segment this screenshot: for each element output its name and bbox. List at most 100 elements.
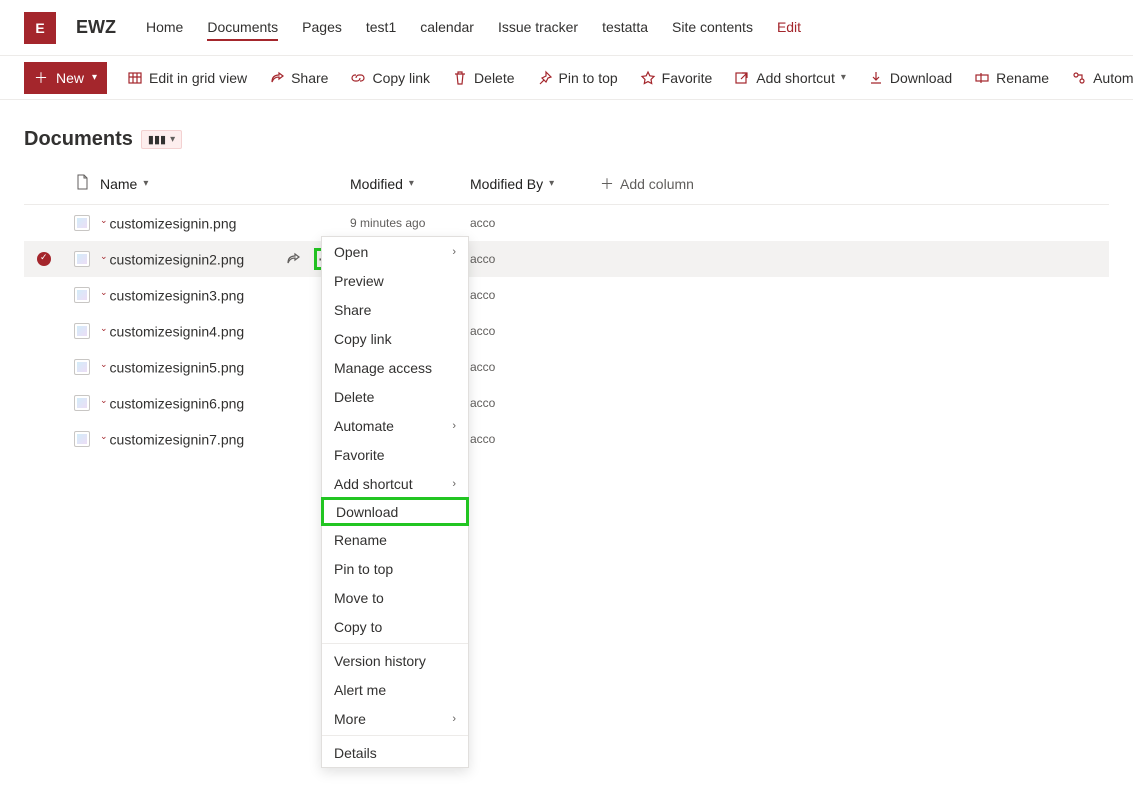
nav-item-home[interactable]: Home (146, 15, 183, 41)
modifiedby-cell: acco (470, 252, 600, 266)
col-add-column[interactable]: ＋ Add column (600, 174, 1109, 194)
chevron-down-icon: ▾ (841, 72, 846, 83)
chevron-right-icon: › (452, 478, 456, 490)
flow-icon (1071, 70, 1087, 86)
menu-item-automate[interactable]: Automate› (322, 411, 468, 440)
col-name-header[interactable]: Name ▾ (100, 176, 350, 192)
cmd-delete[interactable]: Delete (452, 70, 514, 86)
menu-label: Automate (334, 418, 394, 434)
nav-item-calendar[interactable]: calendar (420, 15, 474, 41)
cmd-pin-to-top[interactable]: Pin to top (537, 70, 618, 86)
file-name[interactable]: ⌄customizesignin3.png (100, 287, 244, 304)
menu-label: Pin to top (334, 561, 393, 577)
share-inline-icon[interactable] (280, 248, 306, 270)
file-name[interactable]: ⌄customizesignin6.png (100, 395, 244, 412)
menu-item-copy-link[interactable]: Copy link (322, 324, 468, 353)
menu-item-manage-access[interactable]: Manage access (322, 353, 468, 382)
menu-label: Delete (334, 389, 374, 405)
menu-item-copy-to[interactable]: Copy to (322, 612, 468, 641)
table-row[interactable]: ⌄customizesignin.png 9 minutes ago acco (24, 205, 1109, 241)
file-name[interactable]: ⌄customizesignin5.png (100, 359, 244, 376)
top-nav: Home Documents Pages test1 calendar Issue tra… (146, 15, 801, 41)
table-row[interactable]: ⌄customizesignin4.png acco (24, 313, 1109, 349)
share-icon (269, 70, 285, 86)
menu-label: Move to (334, 590, 384, 606)
nav-item-edit[interactable]: Edit (777, 15, 801, 41)
view-switcher[interactable]: ▮▮▮ ▾ (141, 130, 182, 149)
col-type[interactable] (64, 174, 100, 193)
cmd-label: Rename (996, 70, 1049, 86)
table-row[interactable]: ⌄customizesignin2.png ··· acco (24, 241, 1109, 277)
nav-item-testatta[interactable]: testatta (602, 15, 648, 41)
image-file-icon (74, 287, 90, 303)
menu-item-rename[interactable]: Rename (322, 525, 468, 554)
menu-item-more[interactable]: More› (322, 704, 468, 733)
cmd-label: Delete (474, 70, 514, 86)
file-name[interactable]: ⌄customizesignin7.png (100, 431, 244, 448)
menu-item-move-to[interactable]: Move to (322, 583, 468, 612)
table-header: Name ▾ Modified ▾ Modified By ▾ ＋ Add co… (24, 163, 1109, 205)
menu-label: Details (334, 745, 377, 761)
link-icon (350, 70, 366, 86)
file-name[interactable]: ⌄customizesignin2.png (100, 251, 244, 268)
menu-label: Copy link (334, 331, 392, 347)
nav-item-site-contents[interactable]: Site contents (672, 15, 753, 41)
menu-separator (322, 735, 468, 736)
cmd-favorite[interactable]: Favorite (640, 70, 713, 86)
modifiedby-cell: acco (470, 324, 600, 338)
chevron-down-icon: ▾ (170, 134, 175, 145)
chevron-down-icon: ▾ (409, 178, 414, 189)
image-file-icon (74, 431, 90, 447)
nav-item-documents[interactable]: Documents (207, 15, 278, 41)
cmd-label: Share (291, 70, 328, 86)
menu-item-alert-me[interactable]: Alert me (322, 675, 468, 704)
menu-item-details[interactable]: Details (322, 738, 468, 767)
menu-item-pin-to-top[interactable]: Pin to top (322, 554, 468, 583)
cmd-download[interactable]: Download (868, 70, 952, 86)
selected-check-icon[interactable] (37, 252, 51, 266)
trash-icon (452, 70, 468, 86)
cmd-edit-in-grid-view[interactable]: Edit in grid view (127, 70, 247, 86)
plus-icon: ＋ (34, 68, 48, 88)
table-row[interactable]: ⌄customizesignin3.png acco (24, 277, 1109, 313)
col-modifiedby-header[interactable]: Modified By ▾ (470, 176, 600, 192)
menu-item-favorite[interactable]: Favorite (322, 440, 468, 469)
nav-item-test1[interactable]: test1 (366, 15, 396, 41)
file-name[interactable]: ⌄customizesignin.png (100, 215, 236, 232)
menu-item-preview[interactable]: Preview (322, 266, 468, 295)
site-header: E EWZ Home Documents Pages test1 calendar Iss… (0, 0, 1133, 56)
file-name[interactable]: ⌄customizesignin4.png (100, 323, 244, 340)
chevron-down-icon: ▾ (143, 178, 148, 189)
cmd-automate[interactable]: Automate▾ (1071, 70, 1133, 86)
menu-item-download[interactable]: Download (321, 497, 469, 526)
cmd-rename[interactable]: Rename (974, 70, 1049, 86)
table-row[interactable]: ⌄customizesignin5.png acco (24, 349, 1109, 385)
menu-item-add-shortcut[interactable]: Add shortcut› (322, 469, 468, 498)
cmd-copy-link[interactable]: Copy link (350, 70, 430, 86)
new-button-label: New (56, 70, 84, 86)
menu-item-delete[interactable]: Delete (322, 382, 468, 411)
site-logo[interactable]: E (24, 12, 56, 44)
new-button[interactable]: ＋ New ▾ (24, 62, 107, 94)
site-title[interactable]: EWZ (76, 17, 116, 38)
table-row[interactable]: ⌄customizesignin6.png acco (24, 385, 1109, 421)
menu-item-share[interactable]: Share (322, 295, 468, 324)
menu-label: Preview (334, 273, 384, 289)
library-title: Documents (24, 128, 133, 151)
menu-item-version-history[interactable]: Version history (322, 646, 468, 675)
menu-item-open[interactable]: Open› (322, 237, 468, 266)
download-icon (868, 70, 884, 86)
nav-item-issue-tracker[interactable]: Issue tracker (498, 15, 578, 41)
cmd-add-shortcut[interactable]: Add shortcut▾ (734, 70, 846, 86)
menu-label: Share (334, 302, 371, 318)
library-heading: Documents ▮▮▮ ▾ (0, 100, 1133, 163)
col-add-label: Add column (620, 176, 694, 192)
nav-item-pages[interactable]: Pages (302, 15, 342, 41)
table-row[interactable]: ⌄customizesignin7.png acco (24, 421, 1109, 457)
menu-label: Open (334, 244, 368, 260)
view-icon: ▮▮▮ (148, 133, 166, 146)
shortcut-icon (734, 70, 750, 86)
cmd-share[interactable]: Share (269, 70, 328, 86)
menu-label: Copy to (334, 619, 382, 635)
col-modified-header[interactable]: Modified ▾ (350, 176, 470, 192)
